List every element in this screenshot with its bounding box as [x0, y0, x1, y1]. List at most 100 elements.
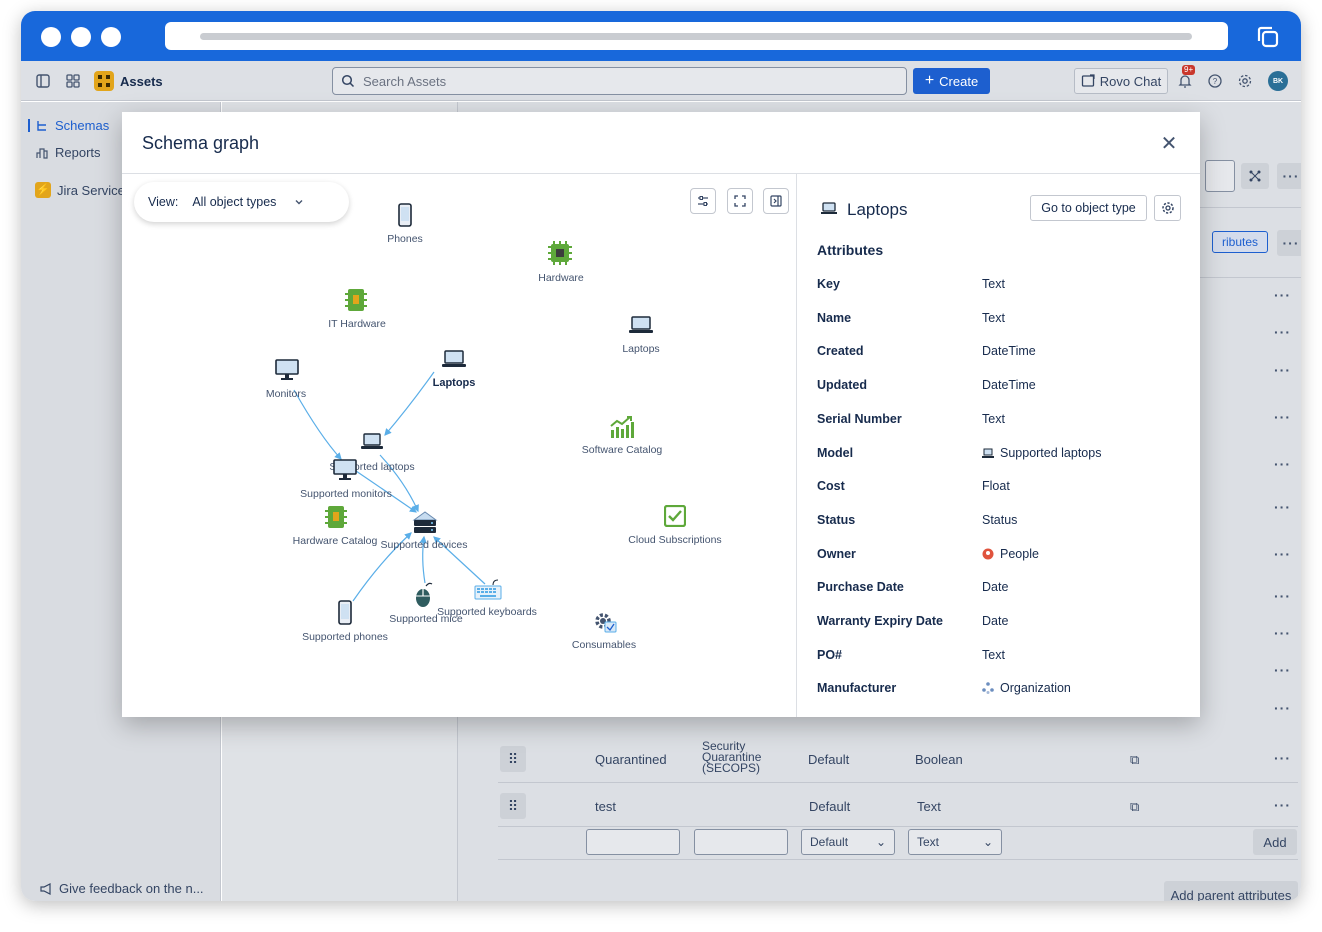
it-hardware-chip-icon[interactable]: [345, 288, 367, 312]
active-indicator: [28, 119, 30, 132]
new-name-input[interactable]: [586, 829, 680, 855]
phone-icon[interactable]: [338, 600, 352, 625]
attribute-row[interactable]: Owner People: [817, 547, 1187, 567]
attribute-type: Status: [982, 513, 1017, 527]
attribute-row[interactable]: Manufacturer Organization: [817, 681, 1187, 701]
section-more-button[interactable]: ···: [1277, 230, 1301, 256]
row-more-icon[interactable]: ···: [1274, 546, 1291, 562]
row-more-icon[interactable]: ···: [1274, 662, 1291, 678]
graph-view-button[interactable]: [1241, 163, 1269, 189]
row-more-icon[interactable]: ···: [1274, 588, 1291, 604]
help-icon[interactable]: ?: [1207, 61, 1223, 101]
server-devices-icon[interactable]: [412, 510, 438, 534]
laptop-icon-selected[interactable]: [442, 349, 466, 369]
add-button[interactable]: Add: [1253, 829, 1297, 855]
keyboard-icon[interactable]: [474, 579, 502, 601]
attribute-row[interactable]: Warranty Expiry Date Date: [817, 614, 1187, 634]
sidebar-toggle-icon[interactable]: [35, 61, 51, 101]
search-icon: [341, 74, 355, 88]
hardware-chip-icon[interactable]: [548, 241, 572, 265]
sidebar-item-label: Jira Service: [57, 182, 125, 198]
row-more-icon[interactable]: ···: [1274, 625, 1291, 641]
attribute-type-label: Organization: [1000, 681, 1071, 696]
more-icon: ···: [1282, 168, 1300, 184]
laptop-icon: [982, 448, 994, 458]
row-more-icon[interactable]: ···: [1274, 409, 1291, 425]
app-switcher-icon[interactable]: [65, 61, 81, 101]
row-more-icon[interactable]: ···: [1274, 797, 1291, 813]
attribute-row[interactable]: Serial Number Text: [817, 412, 1187, 432]
attribute-row[interactable]: Updated DateTime: [817, 378, 1187, 398]
row-more-icon[interactable]: ···: [1274, 700, 1291, 716]
go-to-object-type-button[interactable]: Go to object type: [1030, 195, 1147, 221]
gear-icon: [1161, 202, 1174, 214]
attribute-row[interactable]: Created DateTime: [817, 344, 1187, 364]
tabs-icon[interactable]: [1254, 23, 1282, 51]
checkbox-subscription-icon[interactable]: [664, 505, 686, 527]
copy-icon[interactable]: ⧉: [1130, 799, 1139, 815]
feedback-link[interactable]: Give feedback on the n...: [39, 881, 204, 896]
row-more-icon[interactable]: ···: [1274, 324, 1291, 340]
attribute-row[interactable]: Name Text: [817, 311, 1187, 331]
sidebar-item-schemas[interactable]: Schemas: [35, 118, 109, 133]
row-more-icon[interactable]: ···: [1274, 287, 1291, 303]
filter-field-edge[interactable]: [1205, 160, 1235, 192]
copy-icon[interactable]: ⧉: [1130, 752, 1139, 768]
window-maximize-dot[interactable]: [101, 27, 121, 47]
drag-handle-icon[interactable]: ⠿: [500, 793, 526, 819]
drag-handle-icon[interactable]: ⠿: [500, 746, 526, 772]
mouse-icon[interactable]: [414, 582, 434, 608]
window-close-dot[interactable]: [41, 27, 61, 47]
laptop-icon[interactable]: [361, 433, 383, 451]
laptop-icon[interactable]: [629, 315, 653, 335]
attribute-row[interactable]: Cost Float: [817, 479, 1187, 499]
header-more-button[interactable]: ···: [1277, 163, 1301, 189]
user-avatar[interactable]: BK: [1268, 71, 1288, 91]
search-input[interactable]: Search Assets: [332, 67, 907, 95]
phone-icon[interactable]: [398, 203, 412, 227]
plus-icon: +: [924, 72, 935, 89]
create-button[interactable]: + Create: [913, 68, 990, 94]
attribute-row[interactable]: Purchase Date Date: [817, 580, 1187, 600]
sidebar-item-jira-service[interactable]: ⚡ Jira Service: [35, 182, 125, 198]
attribute-row[interactable]: PO# Text: [817, 648, 1187, 668]
attributes-heading: Attributes: [817, 242, 884, 258]
node-label-cloud-subscriptions: Cloud Subscriptions: [628, 534, 722, 546]
new-reference-input[interactable]: [694, 829, 788, 855]
monitor-icon[interactable]: [275, 359, 299, 381]
new-type-select[interactable]: Text ⌄: [908, 829, 1002, 855]
graph-canvas[interactable]: View: All object types Phones Hardware I…: [122, 174, 796, 717]
attribute-name: Key: [817, 277, 840, 291]
close-icon[interactable]: ✕: [1158, 132, 1180, 155]
megaphone-icon: [40, 882, 51, 895]
address-bar[interactable]: [165, 22, 1228, 50]
attribute-row[interactable]: Key Text: [817, 277, 1187, 297]
app-logo[interactable]: Assets: [94, 61, 163, 101]
new-visibility-select[interactable]: Default ⌄: [801, 829, 895, 855]
attribute-row[interactable]: Model Supported laptops: [817, 446, 1187, 466]
edge-laptops-to-supported: [384, 371, 435, 436]
row-more-icon[interactable]: ···: [1274, 362, 1291, 378]
row-more-icon[interactable]: ···: [1274, 499, 1291, 515]
feedback-label: Give feedback on the n...: [59, 881, 204, 896]
divider: [498, 826, 1298, 827]
attribute-row[interactable]: Status Status: [817, 513, 1187, 533]
node-label-supported-monitors: Supported monitors: [300, 488, 392, 500]
settings-gear-icon[interactable]: [1237, 61, 1253, 101]
software-chart-icon[interactable]: [610, 416, 634, 438]
row-more-icon[interactable]: ···: [1274, 456, 1291, 472]
attribute-type-label: People: [1000, 546, 1039, 561]
hardware-catalog-chip-icon[interactable]: [325, 505, 347, 529]
detail-settings-button[interactable]: [1154, 195, 1181, 221]
monitor-icon[interactable]: [333, 459, 357, 481]
top-navigation: Assets Search Assets + Create Rovo Chat …: [21, 61, 1301, 101]
window-minimize-dot[interactable]: [71, 27, 91, 47]
organization-icon: [982, 682, 994, 695]
attribute-type: DateTime: [982, 378, 1036, 392]
attributes-tab[interactable]: ributes: [1212, 231, 1268, 253]
add-parent-attributes-button[interactable]: Add parent attributes: [1164, 881, 1298, 901]
consumables-gear-icon[interactable]: [592, 610, 618, 634]
rovo-chat-button[interactable]: Rovo Chat: [1074, 68, 1168, 94]
row-more-icon[interactable]: ···: [1274, 750, 1291, 766]
sidebar-item-reports[interactable]: Reports: [35, 145, 101, 160]
